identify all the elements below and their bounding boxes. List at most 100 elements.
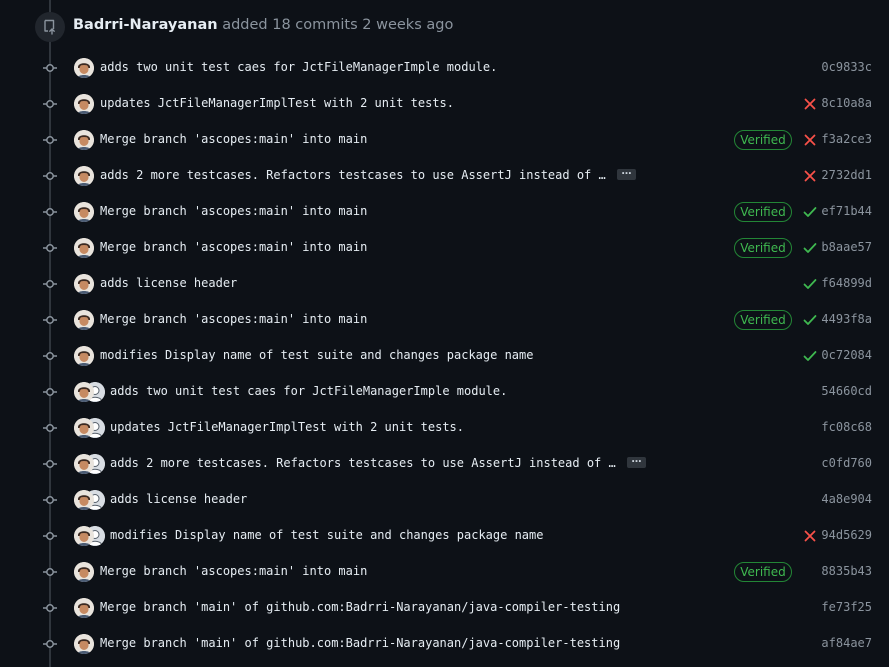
- commit-row: Merge branch 'ascopes:main' into main Ver…: [0, 194, 889, 230]
- commit-row: updates JctFileManagerImplTest with 2 un…: [0, 410, 889, 446]
- commit-row: adds two unit test caes for JctFileManag…: [0, 374, 889, 410]
- commit-sha-link[interactable]: 8835b43: [821, 564, 872, 578]
- commit-sha-link[interactable]: fc08c68: [821, 420, 872, 434]
- author-avatar[interactable]: [74, 526, 94, 546]
- git-commit-icon: [41, 455, 59, 473]
- author-avatar[interactable]: [74, 598, 94, 618]
- author-avatar[interactable]: [74, 490, 94, 510]
- commit-message-link[interactable]: modifies Display name of test suite and …: [110, 528, 543, 542]
- author-link[interactable]: Badrri-Narayanan: [73, 17, 218, 33]
- git-commit-icon: [41, 599, 59, 617]
- author-avatar[interactable]: [74, 310, 94, 330]
- commit-message-link[interactable]: updates JctFileManagerImplTest with 2 un…: [110, 420, 464, 434]
- author-avatar[interactable]: [74, 94, 94, 114]
- commit-row: modifies Display name of test suite and …: [0, 338, 889, 374]
- commit-message-link[interactable]: Merge branch 'ascopes:main' into main: [100, 132, 367, 146]
- commit-row: modifies Display name of test suite and …: [0, 518, 889, 554]
- author-avatar[interactable]: [74, 58, 94, 78]
- author-avatar[interactable]: [74, 634, 94, 654]
- commit-sha-link[interactable]: 8c10a8a: [821, 96, 872, 110]
- commit-message-link[interactable]: Merge branch 'main' of github.com:Badrri…: [100, 636, 620, 650]
- commit-sha-link[interactable]: 94d5629: [821, 528, 872, 542]
- commit-message-link[interactable]: Merge branch 'ascopes:main' into main: [100, 312, 367, 326]
- check-icon[interactable]: [803, 240, 817, 256]
- git-commit-icon: [41, 167, 59, 185]
- check-icon[interactable]: [803, 204, 817, 220]
- git-commit-icon: [41, 131, 59, 149]
- git-commit-icon: [41, 203, 59, 221]
- push-event-summary: Badrri-Narayanan added 18 commits 2 week…: [73, 17, 453, 33]
- git-commit-icon: [41, 563, 59, 581]
- verified-badge[interactable]: Verified: [734, 202, 792, 222]
- verified-badge[interactable]: Verified: [734, 238, 792, 258]
- x-icon[interactable]: [803, 528, 817, 544]
- check-icon[interactable]: [803, 348, 817, 364]
- push-event-action: added 18 commits 2 weeks ago: [222, 17, 454, 33]
- commit-message-link[interactable]: adds license header: [100, 276, 237, 290]
- check-icon[interactable]: [803, 276, 817, 292]
- commit-row: adds 2 more testcases. Refactors testcas…: [0, 158, 889, 194]
- author-avatar[interactable]: [74, 346, 94, 366]
- commit-sha-link[interactable]: 4a8e904: [821, 492, 872, 506]
- commit-sha-link[interactable]: 0c9833c: [821, 60, 872, 74]
- commit-sha-link[interactable]: af84ae7: [821, 636, 872, 650]
- git-commit-icon: [41, 59, 59, 77]
- author-avatar[interactable]: [74, 274, 94, 294]
- author-avatar[interactable]: [74, 562, 94, 582]
- verified-badge[interactable]: Verified: [734, 130, 792, 150]
- commit-message-link[interactable]: Merge branch 'ascopes:main' into main: [100, 564, 367, 578]
- repo-push-icon: [35, 12, 65, 42]
- x-icon[interactable]: [803, 96, 817, 112]
- expand-message-button[interactable]: …: [627, 455, 646, 468]
- git-commit-icon: [41, 239, 59, 257]
- commit-row: Merge branch 'main' of github.com:Badrri…: [0, 626, 889, 662]
- author-avatar[interactable]: [74, 418, 94, 438]
- commit-row: adds license header f64899d: [0, 266, 889, 302]
- commit-row: Merge branch 'ascopes:main' into main Ver…: [0, 230, 889, 266]
- commit-row: adds two unit test caes for JctFileManag…: [0, 50, 889, 86]
- author-avatar[interactable]: [74, 454, 94, 474]
- check-icon[interactable]: [803, 312, 817, 328]
- commit-row: updates JctFileManagerImplTest with 2 un…: [0, 86, 889, 122]
- commit-sha-link[interactable]: f3a2ce3: [821, 132, 872, 146]
- author-avatar[interactable]: [74, 238, 94, 258]
- commit-message-link[interactable]: Merge branch 'main' of github.com:Badrri…: [100, 600, 620, 614]
- commit-message-link[interactable]: adds 2 more testcases. Refactors testcas…: [100, 168, 606, 182]
- commit-sha-link[interactable]: f64899d: [821, 276, 872, 290]
- commit-row: Merge branch 'ascopes:main' into main Ver…: [0, 122, 889, 158]
- commit-sha-link[interactable]: 2732dd1: [821, 168, 872, 182]
- commit-message-link[interactable]: updates JctFileManagerImplTest with 2 un…: [100, 96, 454, 110]
- commit-row: adds license header 4a8e904: [0, 482, 889, 518]
- commit-sha-link[interactable]: 0c72084: [821, 348, 872, 362]
- verified-badge[interactable]: Verified: [734, 562, 792, 582]
- commit-row: Merge branch 'main' of github.com:Badrri…: [0, 590, 889, 626]
- commit-sha-link[interactable]: 54660cd: [821, 384, 872, 398]
- git-commit-icon: [41, 311, 59, 329]
- commit-message-link[interactable]: Merge branch 'ascopes:main' into main: [100, 240, 367, 254]
- commit-message-link[interactable]: Merge branch 'ascopes:main' into main: [100, 204, 367, 218]
- verified-badge[interactable]: Verified: [734, 310, 792, 330]
- commit-message-link[interactable]: adds two unit test caes for JctFileManag…: [100, 60, 497, 74]
- git-commit-icon: [41, 95, 59, 113]
- commit-list: adds two unit test caes for JctFileManag…: [0, 50, 889, 662]
- commit-sha-link[interactable]: c0fd760: [821, 456, 872, 470]
- commit-sha-link[interactable]: fe73f25: [821, 600, 872, 614]
- commit-message-link[interactable]: adds 2 more testcases. Refactors testcas…: [110, 456, 616, 470]
- git-commit-icon: [41, 383, 59, 401]
- commit-sha-link[interactable]: ef71b44: [821, 204, 872, 218]
- author-avatar[interactable]: [74, 202, 94, 222]
- author-avatar[interactable]: [74, 382, 94, 402]
- commit-sha-link[interactable]: b8aae57: [821, 240, 872, 254]
- expand-message-button[interactable]: …: [617, 167, 636, 180]
- author-avatar[interactable]: [74, 130, 94, 150]
- commit-message-link[interactable]: adds license header: [110, 492, 247, 506]
- x-icon[interactable]: [803, 168, 817, 184]
- git-commit-icon: [41, 635, 59, 653]
- commit-sha-link[interactable]: 4493f8a: [821, 312, 872, 326]
- commit-message-link[interactable]: modifies Display name of test suite and …: [100, 348, 533, 362]
- author-avatar[interactable]: [74, 166, 94, 186]
- git-commit-icon: [41, 491, 59, 509]
- x-icon[interactable]: [803, 132, 817, 148]
- commit-row: Merge branch 'ascopes:main' into main Ver…: [0, 554, 889, 590]
- commit-message-link[interactable]: adds two unit test caes for JctFileManag…: [110, 384, 507, 398]
